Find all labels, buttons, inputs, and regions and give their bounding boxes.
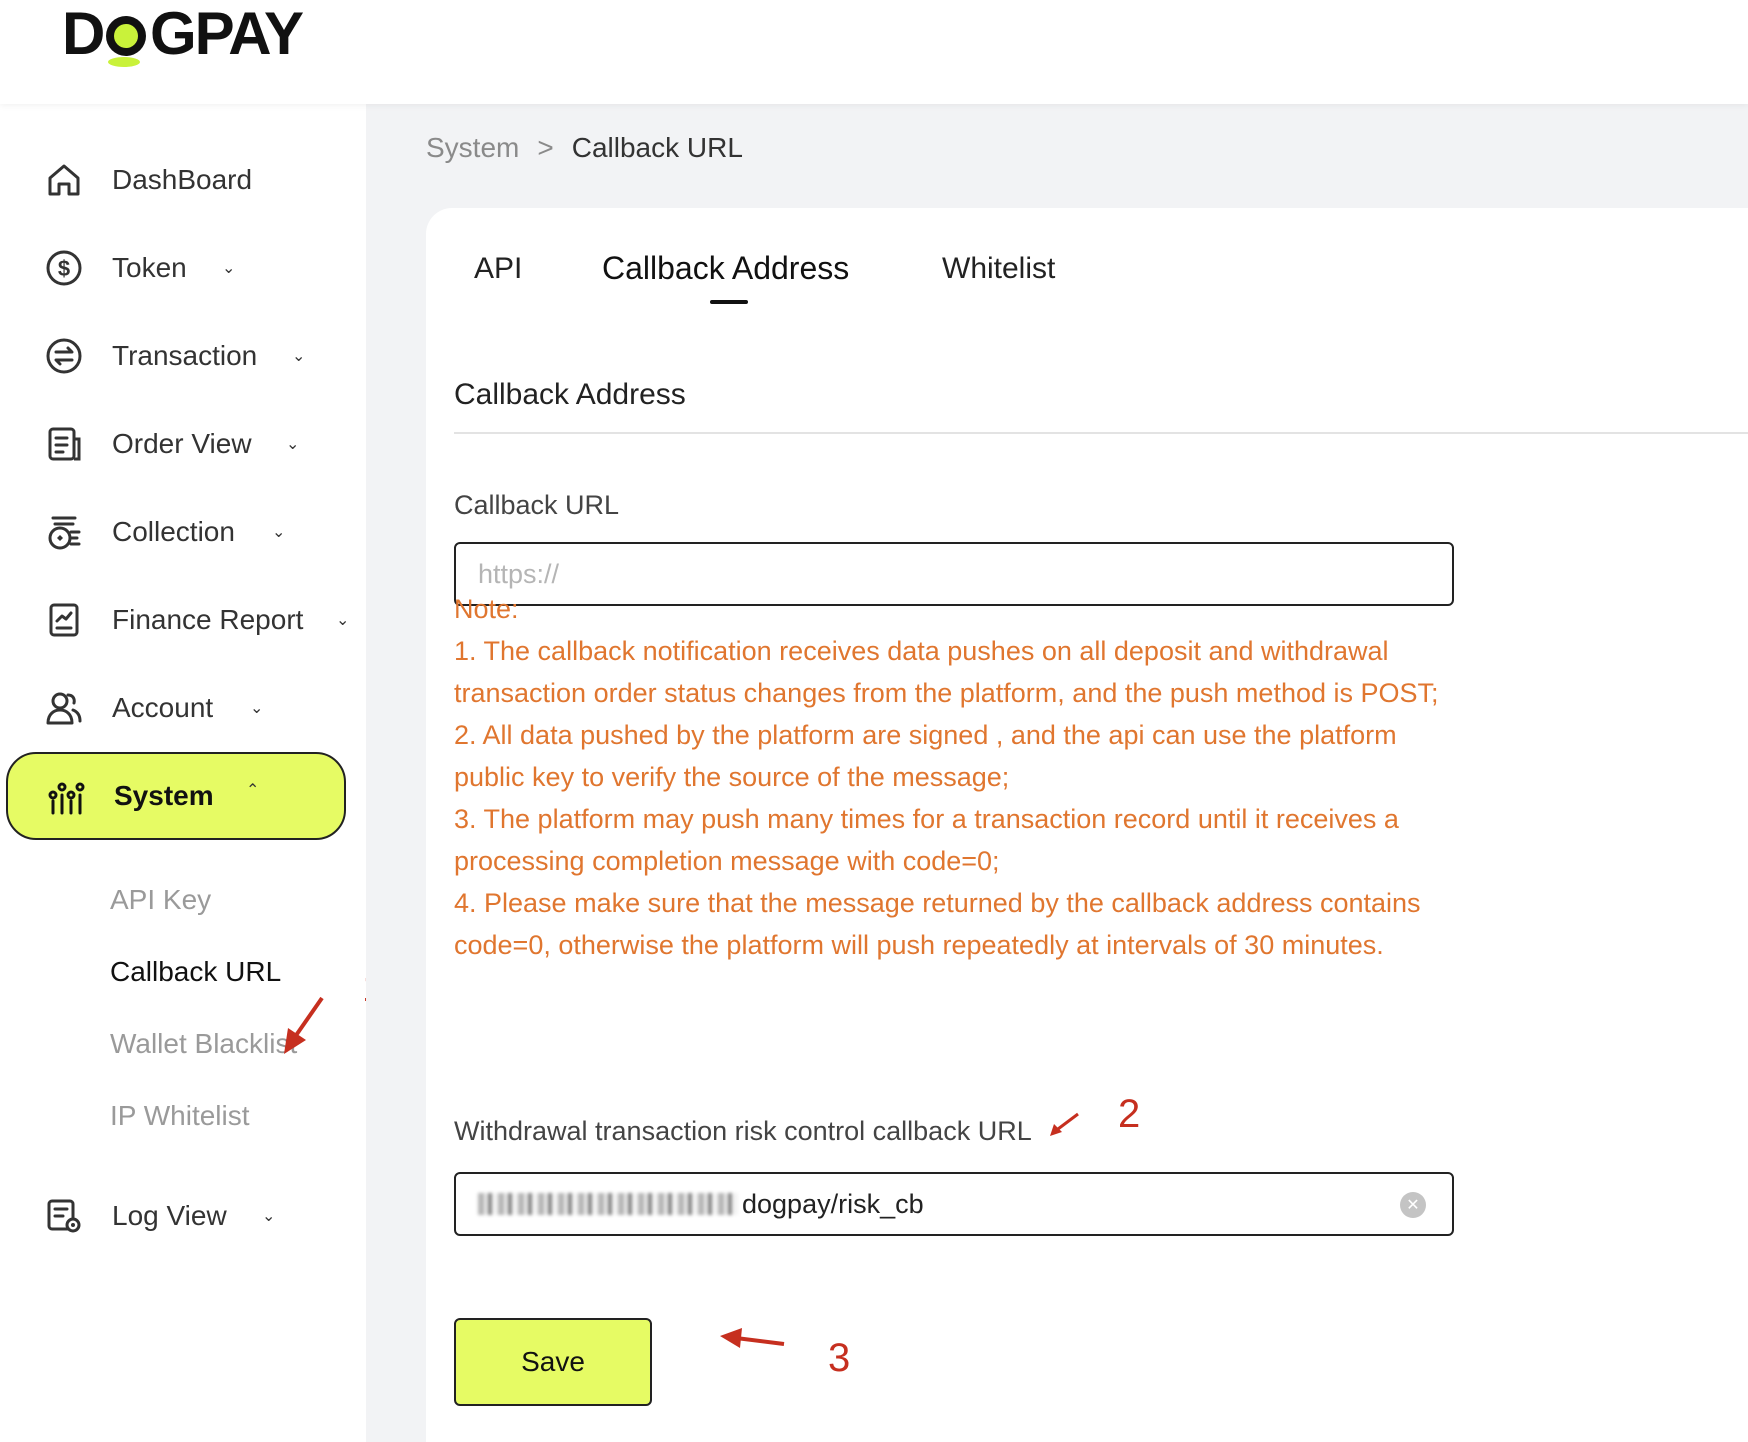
redacted-url-part — [478, 1193, 738, 1215]
note-item-4: 4. Please make sure that the message ret… — [454, 888, 1421, 960]
sidebar-item-transaction[interactable]: Transaction ⌄ — [0, 316, 366, 396]
system-icon — [46, 776, 86, 816]
breadcrumb-separator: > — [537, 132, 554, 163]
sidebar-item-order-view[interactable]: Order View ⌄ — [0, 404, 366, 484]
tab-callback-address[interactable]: Callback Address — [602, 250, 849, 287]
sidebar-item-label: Finance Report — [112, 604, 304, 635]
subnav-api-key[interactable]: API Key — [110, 884, 211, 916]
settings-card: API Callback Address Whitelist Callback … — [426, 208, 1748, 1442]
note-item-2: 2. All data pushed by the platform are s… — [454, 720, 1397, 792]
chevron-up-icon: ⌃ — [246, 782, 260, 799]
subnav-ip-whitelist[interactable]: IP Whitelist — [110, 1100, 250, 1132]
sidebar-item-collection[interactable]: Collection ⌄ — [0, 492, 366, 572]
sidebar-item-label: Order View — [112, 428, 252, 459]
sidebar-item-log-view[interactable]: Log View ⌄ — [0, 1176, 366, 1256]
sidebar-item-label: Account — [112, 692, 214, 723]
section-divider — [454, 432, 1748, 434]
sidebar-item-finance-report[interactable]: Finance Report ⌄ — [0, 580, 366, 660]
annotation-arrow-2 — [1050, 1112, 1079, 1136]
dogpay-logo: D GPAY — [62, 2, 306, 67]
note-heading: Note: — [454, 594, 519, 624]
sidebar: DashBoard $ Token ⌄ Transaction ⌄ Order … — [0, 104, 384, 1442]
save-button[interactable]: Save — [454, 1318, 652, 1406]
subnav-callback-url[interactable]: Callback URL — [110, 956, 281, 988]
tab-whitelist[interactable]: Whitelist — [942, 252, 1055, 286]
breadcrumb-current: Callback URL — [571, 132, 743, 163]
note-item-3: 3. The platform may push many times for … — [454, 804, 1399, 876]
sidebar-item-system[interactable]: System ⌃ — [6, 752, 346, 840]
main-content: System > Callback URL API Callback Addre… — [366, 104, 1748, 1442]
svg-text:$: $ — [58, 256, 70, 281]
users-icon — [44, 688, 84, 728]
callback-notes: Note: 1. The callback notification recei… — [454, 588, 1464, 966]
callback-url-label: Callback URL — [454, 490, 620, 520]
svg-text:D: D — [62, 2, 103, 67]
annotation-arrow-3 — [720, 1328, 785, 1348]
home-icon — [44, 160, 84, 200]
sidebar-item-label: Log View — [112, 1200, 227, 1231]
clear-icon[interactable]: ✕ — [1400, 1192, 1426, 1218]
sidebar-item-label: System — [114, 780, 214, 811]
top-header: D GPAY — [0, 0, 1748, 104]
sidebar-item-account[interactable]: Account ⌄ — [0, 668, 366, 748]
annotation-arrow-1 — [284, 996, 324, 1054]
risk-callback-input[interactable]: dogpay/risk_cb — [454, 1172, 1454, 1236]
svg-text:GPAY: GPAY — [150, 2, 304, 67]
chevron-down-icon: ⌄ — [222, 260, 236, 277]
active-tab-indicator — [710, 300, 748, 304]
chevron-down-icon: ⌄ — [272, 524, 286, 541]
chevron-down-icon: ⌄ — [262, 1208, 276, 1225]
tab-api[interactable]: API — [474, 252, 522, 286]
annotation-3: 3 — [828, 1336, 851, 1380]
subnav-wallet-blacklist[interactable]: Wallet Blacklist — [110, 1028, 297, 1060]
sidebar-item-label: Collection — [112, 516, 235, 547]
document-icon — [44, 424, 84, 464]
breadcrumb: System > Callback URL — [426, 132, 743, 164]
risk-callback-label: Withdrawal transaction risk control call… — [454, 1116, 1032, 1146]
sidebar-item-label: DashBoard — [112, 164, 253, 195]
chevron-down-icon: ⌄ — [292, 348, 306, 365]
report-icon — [44, 600, 84, 640]
chevron-down-icon: ⌄ — [286, 436, 300, 453]
sidebar-item-token[interactable]: $ Token ⌄ — [0, 228, 366, 308]
sidebar-item-label: Token — [112, 252, 187, 283]
note-item-1: 1. The callback notification receives da… — [454, 636, 1439, 708]
chevron-down-icon: ⌄ — [336, 612, 350, 629]
exchange-icon — [44, 336, 84, 376]
sidebar-item-label: Transaction — [112, 340, 258, 371]
dollar-circle-icon: $ — [44, 248, 84, 288]
collection-icon — [44, 512, 84, 552]
log-icon — [44, 1196, 84, 1236]
chevron-down-icon: ⌄ — [250, 700, 264, 717]
annotation-2: 2 — [1118, 1092, 1141, 1136]
breadcrumb-parent[interactable]: System — [426, 132, 519, 164]
section-title: Callback Address — [454, 378, 686, 411]
risk-callback-value: dogpay/risk_cb — [742, 1188, 924, 1219]
sidebar-item-dashboard[interactable]: DashBoard — [0, 140, 366, 220]
